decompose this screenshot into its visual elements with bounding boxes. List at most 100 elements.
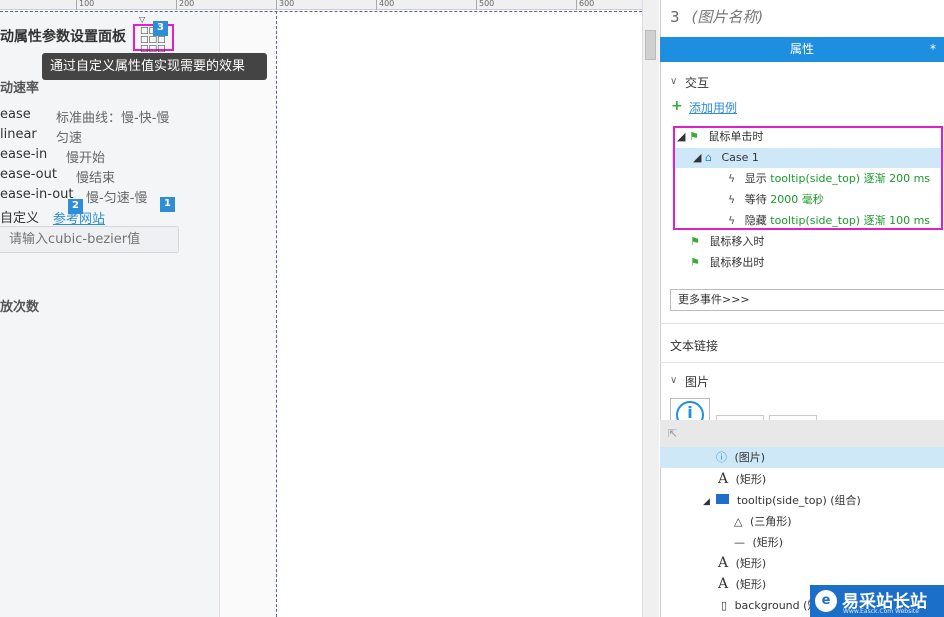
widget-number: 3 <box>670 8 680 26</box>
add-case-link[interactable]: 添加用例 <box>689 99 737 116</box>
outline-item[interactable]: △ (三角形) <box>734 513 792 529</box>
pointer-triangle-icon: ▽ <box>139 15 146 24</box>
lightning-icon: ϟ <box>728 193 736 206</box>
speed-option-ease-in[interactable]: ease-in <box>0 147 47 162</box>
reference-link[interactable]: 参考网站 <box>53 208 105 227</box>
canvas-scrollbar[interactable] <box>642 0 659 617</box>
speed-option-ease-in-out[interactable]: ease-in-out <box>0 187 74 202</box>
outline-label: (矩形) <box>735 473 767 486</box>
expand-arrow-icon[interactable]: ⇱ <box>668 427 677 440</box>
image-preview[interactable]: i <box>670 398 710 422</box>
outline-item[interactable]: A (矩形) <box>718 576 766 592</box>
event-label: 鼠标移入时 <box>709 235 765 248</box>
outline-item[interactable]: ⓘ (图片) <box>716 449 765 465</box>
speed-desc: 标准曲线：慢-快-慢 <box>56 111 170 126</box>
more-events-dropdown[interactable]: 更多事件>>> <box>670 289 944 311</box>
play-count-heading: 放次数 <box>0 300 40 315</box>
widget-title: 动属性参数设置面板 <box>0 29 126 45</box>
action-detail: 2000 毫秒 <box>770 193 824 206</box>
tab-properties[interactable]: 属性 * <box>660 37 944 62</box>
event-flag-icon: ⚑ <box>690 235 700 248</box>
outline-label: (矩形) <box>752 536 784 549</box>
triangle-icon: △ <box>734 515 743 528</box>
speed-desc: 匀速 <box>56 131 83 146</box>
event-onmouseleave[interactable]: ⚑ 鼠标移出时 <box>690 252 764 273</box>
interaction-heading[interactable]: 交互 <box>685 74 709 91</box>
speed-heading: 动速率 <box>0 81 40 96</box>
widget-name-field[interactable]: (图片名称) <box>692 8 764 26</box>
speed-option-custom[interactable]: 自定义 <box>0 207 39 226</box>
chevron-down-icon[interactable]: ∨ <box>670 76 677 87</box>
text-icon: A <box>718 555 729 571</box>
horizontal-ruler: 100 200 300 400 500 600 <box>0 0 642 10</box>
divider <box>660 362 944 363</box>
tab-modified-star: * <box>930 42 936 56</box>
case-row[interactable]: ◢ ⌂ Case 1 <box>693 147 759 168</box>
event-flag-icon: ⚑ <box>690 256 700 269</box>
outline-label: background (矩 <box>734 599 819 612</box>
action-detail: tooltip(side_top) 逐渐 100 ms <box>770 214 931 227</box>
outline-label: tooltip(side_top) (组合) <box>736 494 861 507</box>
speed-option-ease-out[interactable]: ease-out <box>0 167 57 182</box>
cubic-bezier-input[interactable] <box>0 226 179 253</box>
logo-subtext: Www.Easck.Com Website <box>843 608 919 615</box>
outline-item[interactable]: ◢ tooltip(side_top) (组合) <box>703 492 861 508</box>
collapse-triangle-icon[interactable]: ◢ <box>703 497 710 507</box>
speed-desc: 慢结束 <box>76 171 116 186</box>
event-onclick[interactable]: ◢ ⚑ 鼠标单击时 <box>677 126 763 147</box>
tooltip: 通过自定义属性值实现需要的效果 <box>42 53 267 80</box>
lightning-icon: ϟ <box>728 214 736 227</box>
collapse-triangle-icon[interactable]: ◢ <box>693 151 701 164</box>
folder-icon <box>716 494 730 504</box>
chevron-down-icon[interactable]: ∨ <box>670 375 677 386</box>
action-verb: 等待 <box>744 193 767 206</box>
outline-label: (矩形) <box>735 557 767 570</box>
collapse-triangle-icon[interactable]: ◢ <box>677 130 685 143</box>
text-icon: A <box>718 576 729 592</box>
image-heading[interactable]: 图片 <box>685 373 709 390</box>
info-icon: ⓘ <box>716 451 727 464</box>
plus-icon[interactable]: + <box>671 98 683 114</box>
ruler-tick: 200 <box>176 0 194 10</box>
divider <box>660 323 944 324</box>
action-row[interactable]: ϟ 隐藏 tooltip(side_top) 逐渐 100 ms <box>728 210 930 231</box>
action-verb: 隐藏 <box>744 214 767 227</box>
lightning-icon: ϟ <box>728 172 736 185</box>
speed-option-linear[interactable]: linear <box>0 127 37 142</box>
outline-header: ⇱ <box>660 420 944 448</box>
speed-desc: 慢开始 <box>66 151 106 166</box>
page-guide-line <box>0 11 642 12</box>
site-logo: e 易采站长站 Www.Easck.Com Website <box>810 585 944 617</box>
case-label: Case 1 <box>721 151 759 164</box>
action-row[interactable]: ϟ 显示 tooltip(side_top) 逐渐 200 ms <box>728 168 930 189</box>
speed-desc: 慢-匀速-慢 <box>86 191 148 206</box>
info-icon: i <box>676 401 704 421</box>
badge-1: 1 <box>160 197 175 212</box>
event-flag-icon: ⚑ <box>688 130 699 143</box>
line-icon: — <box>734 536 745 549</box>
action-row[interactable]: ϟ 等待 2000 毫秒 <box>728 189 824 210</box>
ruler-tick: 600 <box>576 0 594 10</box>
logo-e-icon: e <box>815 590 837 612</box>
outline-item[interactable]: A (矩形) <box>718 471 766 487</box>
outline-item[interactable]: — (矩形) <box>734 534 783 550</box>
scrollbar-thumb[interactable] <box>645 30 656 60</box>
event-onmouseenter[interactable]: ⚑ 鼠标移入时 <box>690 231 764 252</box>
action-verb: 显示 <box>744 172 767 185</box>
widget-name-header: 3 (图片名称) <box>670 6 763 27</box>
canvas-gutter <box>220 11 277 617</box>
action-detail: tooltip(side_top) 逐渐 200 ms <box>770 172 931 185</box>
rectangle-icon: ▯ <box>721 599 728 612</box>
outline-item[interactable]: A (矩形) <box>718 555 766 571</box>
speed-option-ease[interactable]: ease <box>0 107 31 122</box>
outline-label: (矩形) <box>735 578 767 591</box>
event-label: 鼠标单击时 <box>708 130 764 143</box>
outline-selection-highlight <box>660 447 944 468</box>
ruler-tick: 400 <box>376 0 394 10</box>
ruler-tick: 500 <box>476 0 494 10</box>
tab-properties-label: 属性 <box>789 42 814 56</box>
text-link-heading[interactable]: 文本链接 <box>670 337 718 354</box>
case-icon: ⌂ <box>704 151 712 164</box>
outline-item[interactable]: ▯ background (矩 <box>721 597 818 613</box>
event-label: 鼠标移出时 <box>709 256 765 269</box>
